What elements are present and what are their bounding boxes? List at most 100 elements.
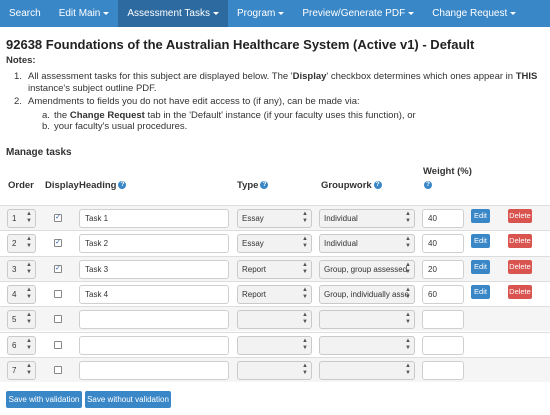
note-bold-change-request: Change Request (69, 109, 145, 121)
order-value: 5 (12, 315, 17, 324)
note-text-part: ' checkbox determines which ones appear … (326, 71, 516, 82)
heading-value: Task 2 (85, 239, 109, 248)
delete-button[interactable]: Delete (508, 234, 532, 248)
manage-tasks-heading: Manage tasks (6, 147, 72, 158)
weight-input[interactable] (422, 361, 464, 380)
up-down-arrows-icon: ▲ ▼ (26, 312, 32, 325)
groupwork-select[interactable]: ▲ ▼ (319, 310, 415, 329)
note-item-2: 2. Amendments to fields you do not have … (14, 96, 544, 108)
order-select[interactable]: 5 ▲ ▼ (7, 310, 36, 329)
heading-input[interactable] (79, 361, 229, 380)
groupwork-select[interactable]: Group, individually asse ▲ ▼ (319, 285, 415, 304)
nav-preview-pdf[interactable]: Preview/Generate PDF (293, 0, 423, 27)
order-select[interactable]: 6 ▲ ▼ (7, 336, 36, 355)
weight-input[interactable] (422, 336, 464, 355)
table-row: 5 ▲ ▼ ▲ ▼ ▲ ▼ (0, 306, 550, 331)
up-down-arrows-icon: ▲ ▼ (26, 363, 32, 376)
groupwork-select[interactable]: Individual ▲ ▼ (319, 234, 415, 253)
display-checkbox[interactable] (54, 315, 62, 323)
up-down-arrows-icon: ▲ ▼ (302, 363, 308, 376)
type-select[interactable]: Essay ▲ ▼ (237, 234, 312, 253)
weight-input[interactable]: 20 (422, 260, 464, 279)
order-select[interactable]: 7 ▲ ▼ (7, 361, 36, 380)
display-checkbox[interactable]: ✓ (54, 239, 62, 247)
up-down-arrows-icon: ▲ ▼ (302, 211, 308, 224)
edit-button[interactable]: Edit (471, 260, 490, 274)
nav-assessment-tasks[interactable]: Assessment Tasks (118, 0, 228, 27)
type-value: Report (242, 265, 267, 274)
display-checkbox[interactable] (54, 290, 62, 298)
up-down-arrows-icon: ▲ ▼ (302, 338, 308, 351)
heading-input[interactable]: Task 4 (79, 285, 229, 304)
weight-input[interactable] (422, 310, 464, 329)
question-circle-icon[interactable]: ? (373, 181, 382, 190)
order-select[interactable]: 2 ▲ ▼ (7, 234, 36, 253)
table-row: 6 ▲ ▼ ▲ ▼ ▲ ▼ (0, 332, 550, 357)
display-checkbox[interactable] (54, 366, 62, 374)
up-down-arrows-icon: ▲ ▼ (26, 287, 32, 300)
header-heading-label: Heading (79, 180, 117, 191)
display-checkbox[interactable]: ✓ (54, 214, 62, 222)
heading-input[interactable]: Task 2 (79, 234, 229, 253)
groupwork-select[interactable]: Individual ▲ ▼ (319, 209, 415, 228)
up-down-arrows-icon: ▲ ▼ (405, 338, 411, 351)
table-row: 3 ▲ ▼ ✓ Task 3 Report ▲ ▼ Group, group assessed ▲… (0, 256, 550, 281)
nav-search[interactable]: Search (0, 0, 50, 27)
groupwork-value: Group, group assessed (324, 265, 408, 274)
heading-input[interactable] (79, 310, 229, 329)
heading-input[interactable]: Task 1 (79, 209, 229, 228)
checkmark-icon: ✓ (55, 214, 61, 221)
type-select[interactable]: ▲ ▼ (237, 361, 312, 380)
type-select[interactable]: Essay ▲ ▼ (237, 209, 312, 228)
nav-program[interactable]: Program (228, 0, 293, 27)
question-circle-icon[interactable]: ? (424, 181, 432, 190)
checkmark-icon: ✓ (55, 239, 61, 246)
type-value: Report (242, 290, 267, 299)
weight-input[interactable]: 40 (422, 209, 464, 228)
note-number: 2. (14, 96, 22, 107)
edit-button[interactable]: Edit (471, 234, 490, 248)
order-value: 1 (12, 214, 17, 223)
display-checkbox[interactable]: ✓ (54, 265, 62, 273)
question-circle-icon[interactable]: ? (118, 181, 127, 190)
delete-button[interactable]: Delete (508, 260, 532, 274)
groupwork-select[interactable]: ▲ ▼ (319, 361, 415, 380)
up-down-arrows-icon: ▲ ▼ (405, 287, 411, 300)
note-text: All assessment tasks for this subject ar… (28, 71, 544, 94)
groupwork-select[interactable]: Group, group assessed ▲ ▼ (319, 260, 415, 279)
up-down-arrows-icon: ▲ ▼ (26, 338, 32, 351)
heading-input[interactable] (79, 336, 229, 355)
note-sub-number: a. (42, 109, 50, 121)
edit-button[interactable]: Edit (471, 209, 490, 223)
type-select[interactable]: Report ▲ ▼ (237, 285, 312, 304)
caret-down-icon (213, 11, 219, 15)
nav-change-request[interactable]: Change Request (423, 0, 525, 27)
weight-input[interactable]: 60 (422, 285, 464, 304)
weight-value: 40 (428, 239, 437, 248)
type-select[interactable]: Report ▲ ▼ (237, 260, 312, 279)
groupwork-select[interactable]: ▲ ▼ (319, 336, 415, 355)
nav-edit-main[interactable]: Edit Main (50, 0, 119, 27)
save-without-validation-button[interactable]: Save without validation (85, 391, 171, 408)
order-select[interactable]: 3 ▲ ▼ (7, 260, 36, 279)
order-select[interactable]: 1 ▲ ▼ (7, 209, 36, 228)
note-text-part: the (54, 109, 70, 121)
header-heading: Heading? (79, 180, 127, 191)
display-checkbox[interactable] (54, 341, 62, 349)
save-with-validation-button[interactable]: Save with validation (6, 391, 82, 408)
up-down-arrows-icon: ▲ ▼ (405, 262, 411, 275)
delete-button[interactable]: Delete (508, 209, 532, 223)
order-select[interactable]: 4 ▲ ▼ (7, 285, 36, 304)
note-item-1: 1. All assessment tasks for this subject… (14, 71, 544, 94)
delete-button[interactable]: Delete (508, 285, 532, 299)
question-circle-icon[interactable]: ? (260, 181, 269, 190)
nav-search-label: Search (9, 8, 41, 19)
edit-button[interactable]: Edit (471, 285, 490, 299)
type-select[interactable]: ▲ ▼ (237, 310, 312, 329)
groupwork-value: Group, individually asse (324, 290, 409, 299)
weight-input[interactable]: 40 (422, 234, 464, 253)
type-value: Essay (242, 214, 264, 223)
heading-input[interactable]: Task 3 (79, 260, 229, 279)
note-text-part: All assessment tasks for this subject ar… (28, 71, 293, 82)
type-select[interactable]: ▲ ▼ (237, 336, 312, 355)
